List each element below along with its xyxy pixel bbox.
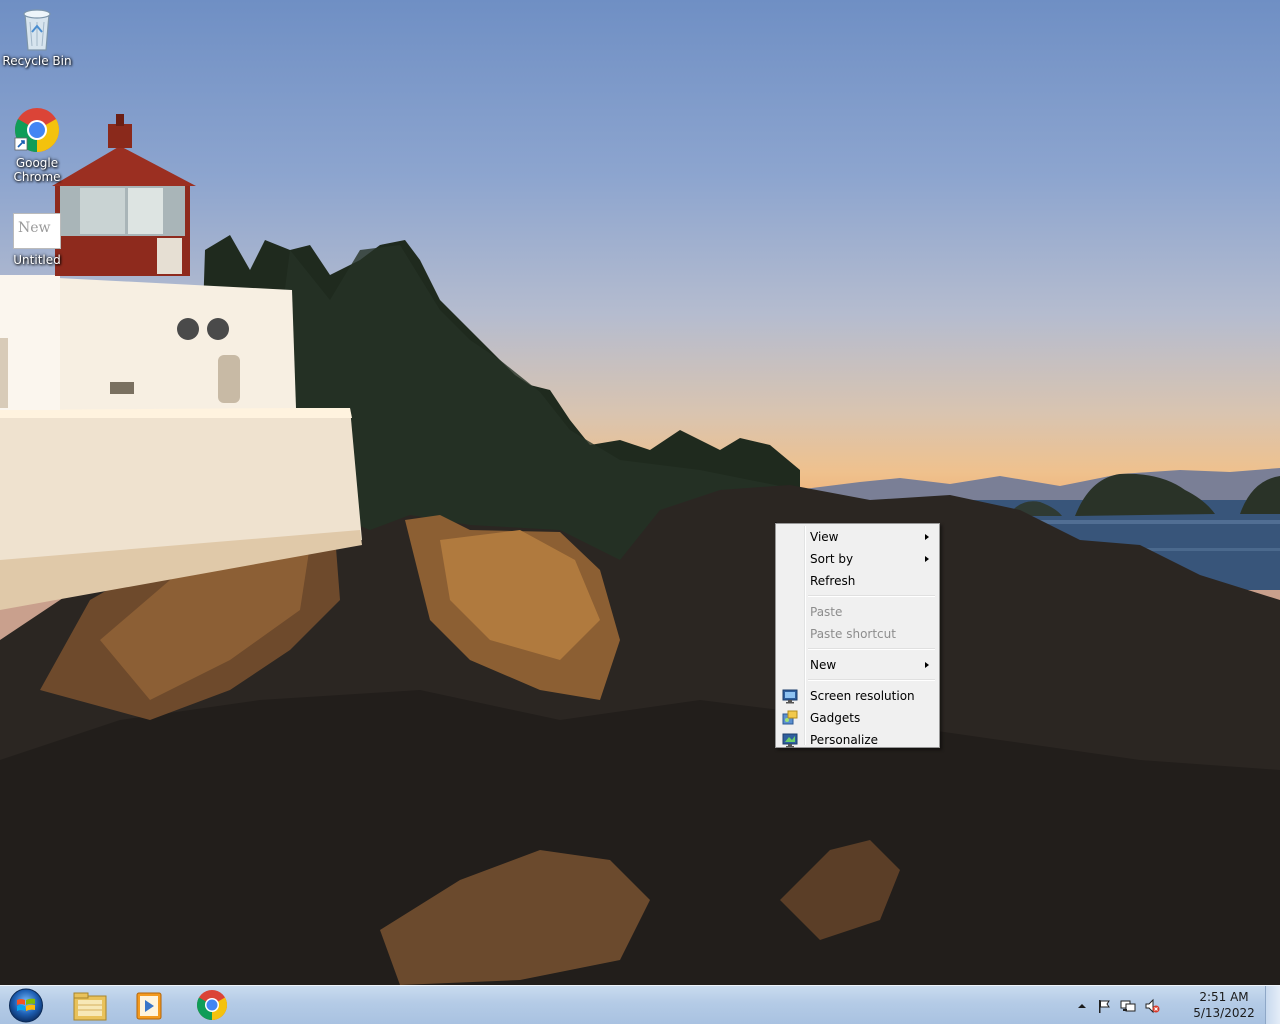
desktop-icon-google-chrome[interactable]: Google Chrome <box>0 106 74 184</box>
start-button[interactable] <box>7 988 45 1023</box>
show-hidden-icons-icon[interactable] <box>1074 998 1090 1014</box>
taskbar-clock[interactable]: 2:51 AM 5/13/2022 <box>1192 989 1256 1021</box>
menu-item-refresh[interactable]: Refresh <box>778 570 937 592</box>
menu-item-sort-by[interactable]: Sort by <box>778 548 937 570</box>
desktop-wallpaper[interactable] <box>0 0 1280 985</box>
menu-separator <box>808 648 935 650</box>
wallpaper-scene <box>0 114 1280 985</box>
desktop-icon-label: Recycle Bin <box>2 54 72 68</box>
personalize-icon <box>782 733 798 748</box>
action-center-flag-icon[interactable] <box>1096 998 1112 1014</box>
chrome-icon[interactable] <box>184 987 240 1023</box>
show-desktop-button[interactable] <box>1265 986 1280 1024</box>
menu-item-gadgets[interactable]: Gadgets <box>778 707 937 729</box>
menu-separator <box>808 595 935 597</box>
menu-item-personalize[interactable]: Personalize <box>778 729 937 751</box>
submenu-arrow-icon <box>925 534 929 540</box>
media-player-icon[interactable] <box>121 987 177 1023</box>
document-thumbnail-text: New <box>18 220 51 236</box>
gadgets-icon <box>782 710 798 725</box>
system-tray: 2:51 AM 5/13/2022 <box>1074 986 1264 1024</box>
submenu-arrow-icon <box>925 662 929 668</box>
menu-item-label: Personalize <box>810 733 879 747</box>
volume-muted-icon[interactable] <box>1144 998 1160 1014</box>
menu-item-screen-resolution[interactable]: Screen resolution <box>778 685 937 707</box>
menu-item-label: New <box>810 658 837 672</box>
menu-separator <box>808 679 935 681</box>
chrome-icon <box>14 108 59 152</box>
menu-item-paste-shortcut: Paste shortcut <box>778 623 937 645</box>
windows-explorer-icon[interactable] <box>61 987 117 1023</box>
document-icon: New <box>13 213 61 249</box>
screen-resolution-icon <box>782 689 798 704</box>
clock-time: 2:51 AM <box>1199 990 1249 1004</box>
menu-item-new[interactable]: New <box>778 654 937 676</box>
menu-item-view[interactable]: View <box>778 526 937 548</box>
network-icon[interactable] <box>1120 998 1136 1014</box>
menu-item-paste: Paste <box>778 601 937 623</box>
desktop-icon-recycle-bin[interactable]: Recycle Bin <box>0 6 74 68</box>
menu-item-label: Paste <box>810 605 843 619</box>
desktop-icon-untitled[interactable]: New Untitled <box>0 213 74 267</box>
menu-item-label: Paste shortcut <box>810 627 896 641</box>
desktop-icon-label: Untitled <box>13 253 61 267</box>
recycle-bin-icon <box>23 9 51 51</box>
clock-date: 5/13/2022 <box>1193 1006 1255 1020</box>
menu-item-label: Sort by <box>810 552 854 566</box>
menu-item-label: Gadgets <box>810 711 861 725</box>
menu-item-label: Refresh <box>810 574 856 588</box>
desktop-context-menu: View Sort by Refresh Paste Paste shortcu… <box>775 523 940 748</box>
menu-item-label: View <box>810 530 839 544</box>
submenu-arrow-icon <box>925 556 929 562</box>
menu-item-label: Screen resolution <box>810 689 915 703</box>
desktop-icon-label: Google Chrome <box>13 156 61 184</box>
taskbar: 2:51 AM 5/13/2022 <box>0 985 1280 1024</box>
